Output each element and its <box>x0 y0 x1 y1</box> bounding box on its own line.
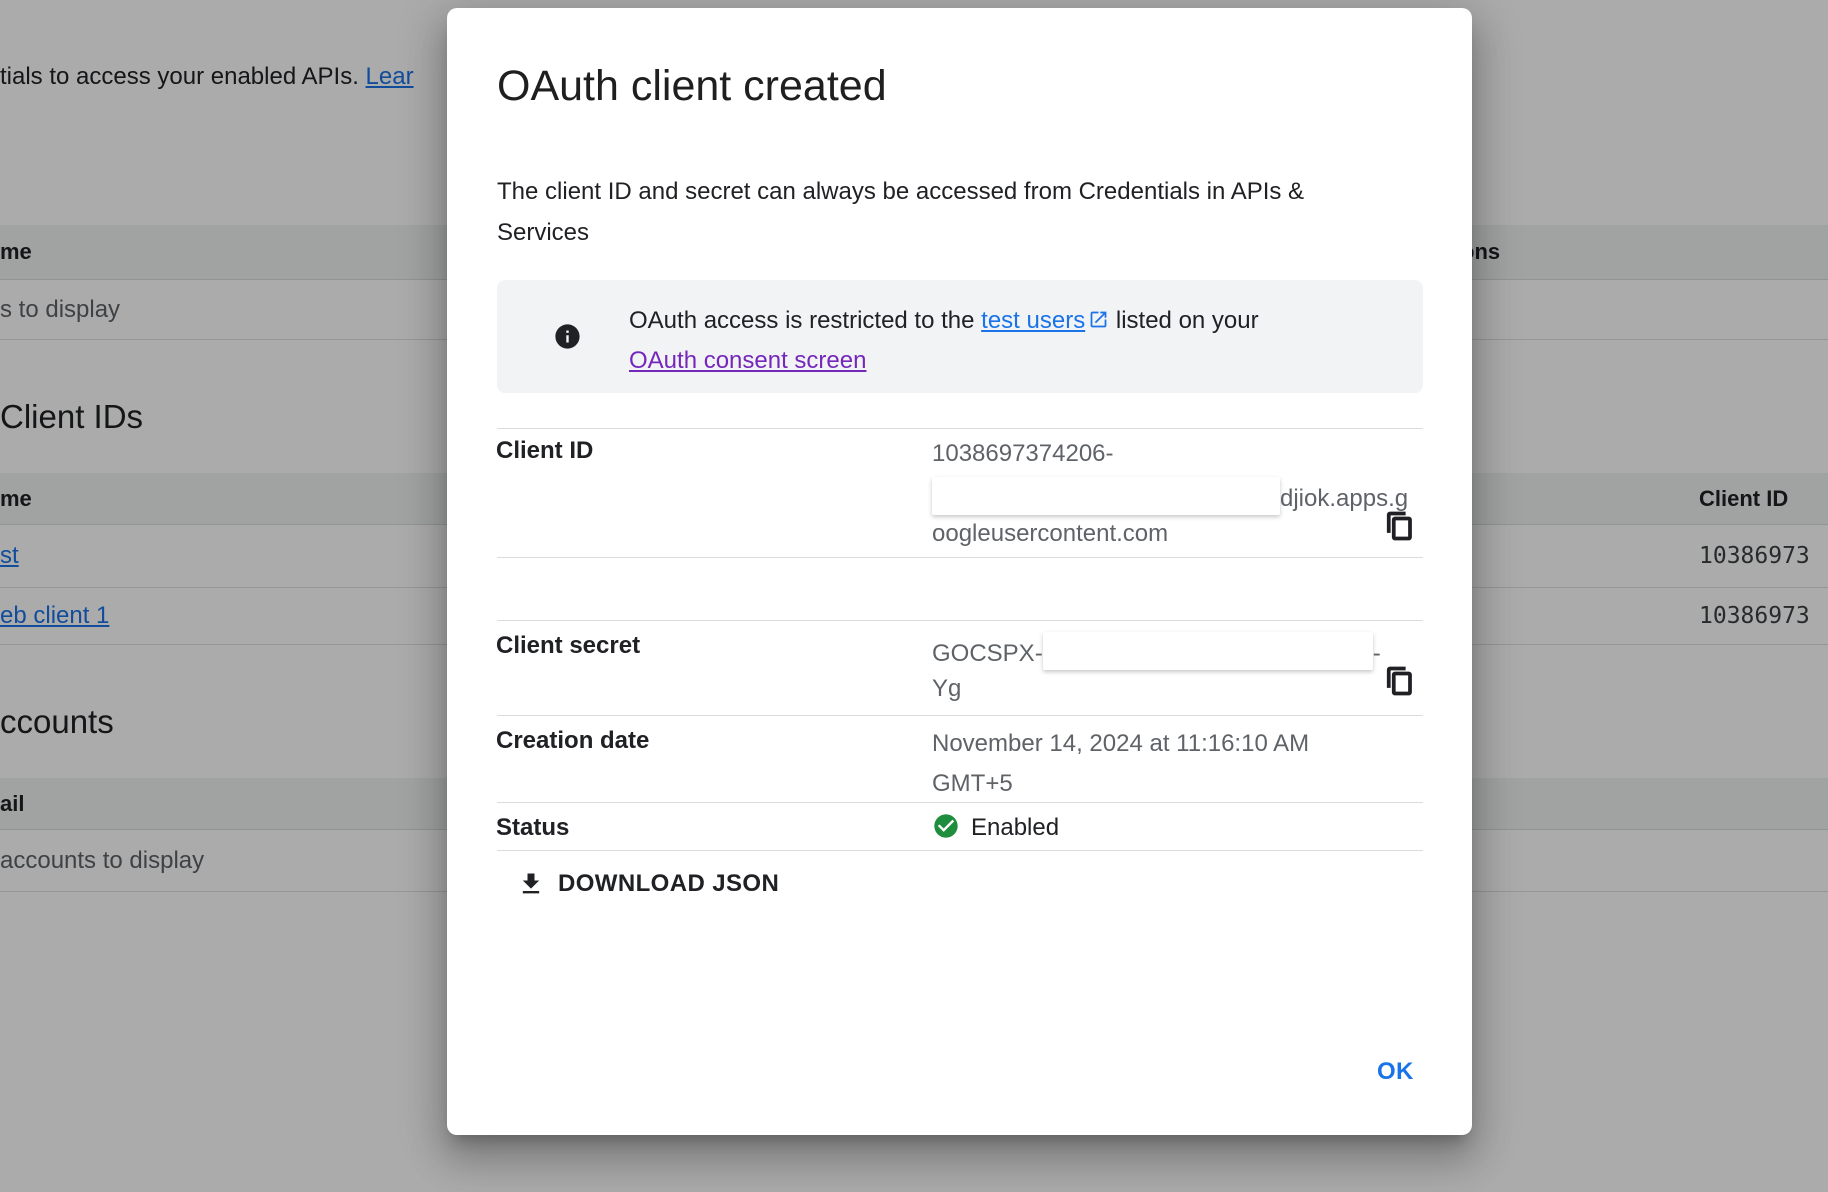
divider <box>497 428 1423 429</box>
info-icon <box>553 322 582 351</box>
client-id-line2-suffix: djiok.apps.g <box>1280 485 1408 512</box>
oauth-consent-screen-link[interactable]: OAuth consent screen <box>629 347 866 374</box>
dialog-description: The client ID and secret can always be a… <box>497 171 1387 253</box>
client-id-value-line1: 1038697374206- <box>932 437 1114 471</box>
status-value: Enabled <box>971 814 1059 842</box>
divider <box>497 557 1423 558</box>
test-users-link[interactable]: test users <box>981 307 1085 334</box>
client-secret-label: Client secret <box>496 632 640 660</box>
banner-text-before: OAuth access is restricted to the <box>629 307 981 334</box>
download-json-label: DOWNLOAD JSON <box>558 870 779 898</box>
divider <box>497 620 1423 621</box>
client-id-value-line3: oogleusercontent.com <box>932 517 1168 551</box>
download-json-button[interactable]: DOWNLOAD JSON <box>509 860 787 908</box>
creation-date-line2: GMT+5 <box>932 767 1013 801</box>
banner-text-after: listed on your <box>1109 307 1258 334</box>
copy-client-secret-icon[interactable] <box>1385 666 1415 696</box>
info-banner: OAuth access is restricted to the test u… <box>497 280 1423 393</box>
status-label: Status <box>496 814 569 842</box>
banner-line-2: OAuth consent screen <box>629 341 1419 381</box>
client-secret-prefix: GOCSPX- <box>932 640 1043 667</box>
client-secret-value-line1: GOCSPX- - <box>932 632 1381 671</box>
redacted-segment <box>1043 632 1373 670</box>
client-secret-line1-suffix: - <box>1373 640 1381 667</box>
download-icon <box>517 870 545 898</box>
divider <box>497 715 1423 716</box>
status-enabled-check-icon <box>932 812 960 840</box>
copy-client-id-icon[interactable] <box>1385 511 1415 541</box>
oauth-client-created-dialog: OAuth client created The client ID and s… <box>447 8 1472 1135</box>
banner-line-1: OAuth access is restricted to the test u… <box>629 301 1419 341</box>
divider <box>497 850 1423 851</box>
ok-button[interactable]: OK <box>1359 1048 1432 1096</box>
dialog-title: OAuth client created <box>497 60 887 112</box>
creation-date-line1: November 14, 2024 at 11:16:10 AM <box>932 727 1309 761</box>
open-in-new-icon[interactable] <box>1088 303 1109 324</box>
client-id-label: Client ID <box>496 437 593 465</box>
client-id-value-line2: djiok.apps.g <box>932 477 1408 516</box>
banner-text: OAuth access is restricted to the test u… <box>629 301 1419 381</box>
client-secret-value-line2: Yg <box>932 672 961 706</box>
creation-date-label: Creation date <box>496 727 649 755</box>
divider <box>497 802 1423 803</box>
redacted-segment <box>932 477 1280 515</box>
